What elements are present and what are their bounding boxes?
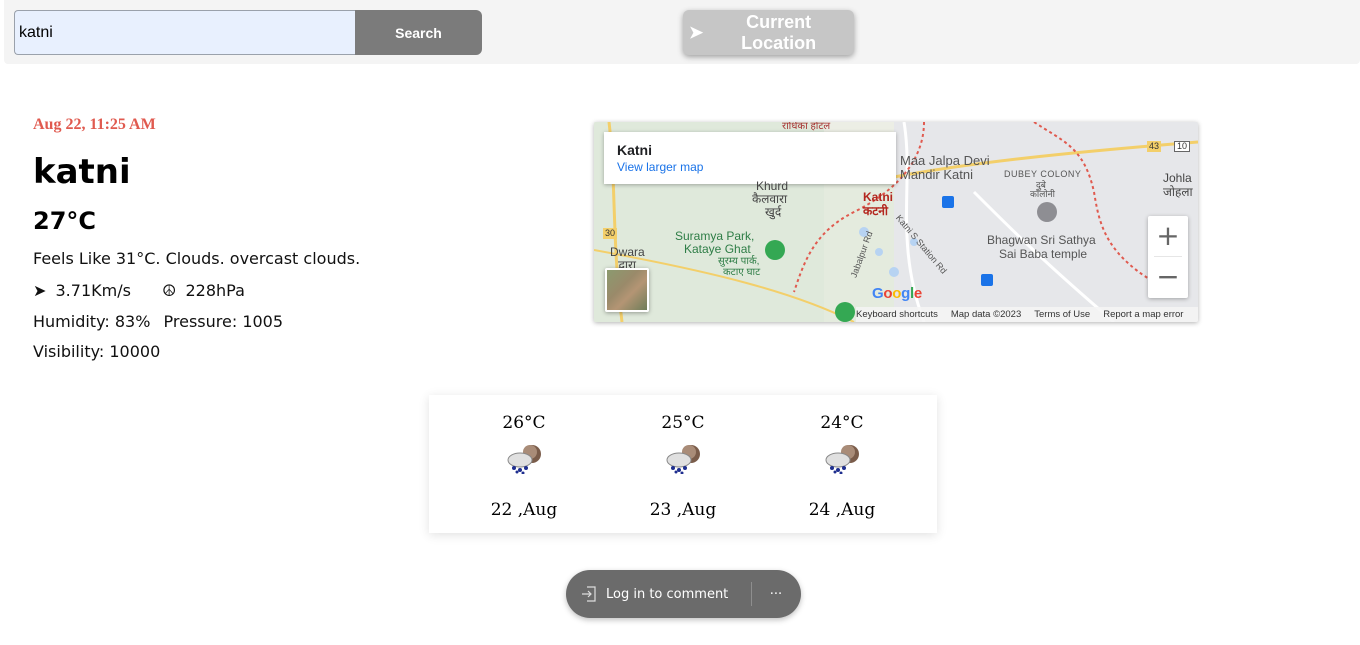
map-label-suramya-hi-1: सुरम्य पार्क,: [718, 256, 760, 267]
map-label-suramya-1: Suramya Park,: [675, 229, 755, 243]
report-map-error-link[interactable]: Report a map error: [1103, 309, 1183, 320]
forecast-temp: 25°C: [661, 413, 705, 433]
humidity: Humidity: 83%: [33, 312, 151, 331]
map-road-30: 30: [603, 228, 618, 240]
forecast-temp: 26°C: [502, 413, 546, 433]
log-in-to-comment-button[interactable]: Log in to comment: [580, 570, 728, 618]
visibility: Visibility: 10000: [33, 342, 161, 361]
comment-bar-divider: [751, 582, 752, 606]
map-label-suramya-2: Kataye Ghat: [684, 242, 751, 256]
map-road-10: 10: [1174, 141, 1191, 153]
map-label-khurd-2: कैलवारा: [752, 192, 788, 206]
map-label-bhagwan-2: Sai Baba temple: [999, 247, 1088, 261]
terms-of-use-link[interactable]: Terms of Use: [1034, 309, 1090, 320]
embedded-map[interactable]: Katni View larger map राधिका होटल Maa Ja…: [594, 122, 1198, 322]
forecast-date: 23 ,Aug: [649, 500, 717, 520]
map-data-text: Map data ©2023: [950, 309, 1022, 320]
rain-cloud-icon: [507, 445, 541, 474]
map-label-maa-jalpa-1: Maa Jalpa Devi: [900, 153, 990, 168]
weather-summary: Feels Like 31°C. Clouds. overcast clouds…: [33, 249, 361, 268]
map-label-maa-jalpa-2: Mandir Katni: [900, 167, 973, 182]
google-logo: Google: [872, 285, 922, 302]
current-location-label: Current Location: [741, 11, 817, 53]
map-road-43: 43: [1147, 141, 1162, 153]
current-location-button[interactable]: ➤ Current Location: [683, 10, 854, 55]
zoom-in-button[interactable]: +: [1148, 216, 1188, 256]
map-label-bhagwan-1: Bhagwan Sri Sathya: [987, 233, 1096, 247]
map-zoom-control: + −: [1148, 216, 1188, 298]
map-label-katni-hi: कटनी: [863, 204, 889, 218]
rain-cloud-icon: [825, 445, 859, 474]
wind-pressure-row: ➤ 3.71Km/s ☮ 228hPa: [33, 281, 245, 300]
login-icon: [582, 586, 596, 602]
map-label-dubey-colony: DUBEY COLONY: [1004, 169, 1082, 179]
zoom-out-button[interactable]: −: [1148, 257, 1188, 297]
view-larger-map-link[interactable]: View larger map: [617, 160, 703, 174]
more-options-button[interactable]: ···: [762, 570, 790, 618]
map-label-suramya-hi-2: कटाए घाट: [723, 267, 761, 278]
date-time: Aug 22, 11:25 AM: [33, 116, 156, 133]
forecast-date: 24 ,Aug: [808, 500, 876, 520]
wind-arrow-icon: ➤: [33, 281, 47, 300]
pressure: Pressure: 1005: [163, 312, 284, 331]
map-label-khurd-1: Khurd: [756, 179, 789, 193]
keyboard-shortcuts-link[interactable]: Keyboard shortcuts: [856, 309, 938, 320]
map-label-katni: Katni: [863, 190, 893, 204]
wind-speed: 3.71Km/s: [55, 281, 131, 300]
map-attribution: Keyboard shortcuts Map data ©2023 Terms …: [856, 307, 1198, 322]
forecast-temp: 24°C: [820, 413, 864, 433]
current-temperature: 27°C: [33, 207, 97, 235]
map-label-johla-hi: जोहला: [1163, 185, 1193, 199]
city-name: katni: [33, 152, 131, 192]
pressure-icon: ☮: [162, 281, 177, 300]
satellite-view-toggle[interactable]: [605, 268, 649, 312]
rain-cloud-icon: [666, 445, 700, 474]
search-button[interactable]: Search: [355, 10, 482, 55]
map-place-card: Katni View larger map: [604, 132, 896, 184]
forecast-panel: 26°C 22 ,Aug 25°C 23 ,Aug 24°C 24 ,Aug: [429, 395, 937, 533]
log-in-to-comment-label: Log in to comment: [606, 586, 729, 602]
map-label-johla: Johla: [1163, 171, 1192, 185]
search-input[interactable]: [14, 10, 356, 55]
map-label-dubey-hi-2: कॉलोनी: [1030, 189, 1056, 199]
comment-bar: Log in to comment ···: [566, 570, 801, 618]
map-label-radhika: राधिका होटल: [782, 122, 831, 132]
forecast-date: 22 ,Aug: [490, 500, 558, 520]
pressure-hpa: 228hPa: [185, 281, 245, 300]
map-place-title: Katni: [617, 142, 652, 158]
arrow-icon: ➤: [689, 22, 704, 42]
map-label-khurd-3: खुर्द: [765, 205, 782, 219]
map-label-dwara: Dwara: [610, 245, 645, 259]
humidity-pressure-row: Humidity: 83% Pressure: 1005: [33, 312, 283, 331]
